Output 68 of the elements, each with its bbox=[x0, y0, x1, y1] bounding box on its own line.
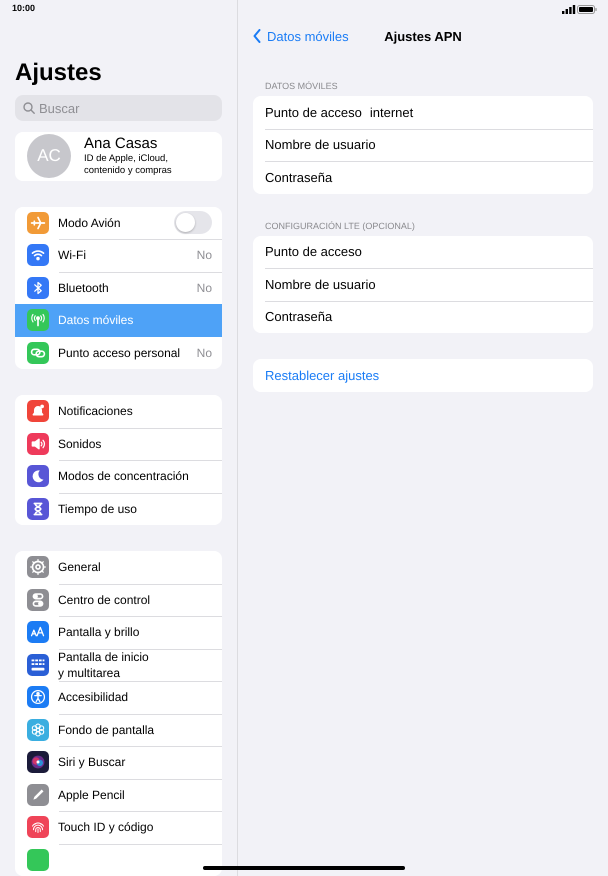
reset-button[interactable]: Restablecer ajustes bbox=[253, 359, 593, 392]
text-field-row[interactable]: Contraseña bbox=[253, 300, 593, 333]
search-field[interactable]: Buscar bbox=[15, 95, 222, 121]
section-header: CONFIGURACIÓN LTE (OPCIONAL) bbox=[264, 220, 416, 232]
settings-label: Centro de control bbox=[58, 592, 152, 608]
back-button[interactable]: Datos móviles bbox=[247, 28, 355, 44]
section-header: DATOS MÓVILES bbox=[264, 80, 339, 92]
settings-label: General bbox=[58, 559, 102, 576]
settings-item[interactable]: Apple Pencil bbox=[15, 778, 222, 811]
settings-label: Tiempo de uso bbox=[58, 500, 138, 517]
settings-label: Fondo de pantalla bbox=[58, 722, 156, 738]
settings-item[interactable]: Modos de concentración bbox=[15, 460, 222, 492]
field-label: Contraseña bbox=[265, 170, 332, 185]
field-label: Nombre de usuario bbox=[265, 276, 376, 292]
settings-label: Punto acceso personal bbox=[58, 344, 182, 361]
text-field-row[interactable]: Contraseña bbox=[253, 161, 593, 194]
settings-value: No bbox=[196, 280, 212, 295]
settings-value: No bbox=[196, 346, 212, 360]
settings-label: Siri y Buscar bbox=[58, 754, 126, 770]
profile-card[interactable]: AC Ana Casas ID de Apple, iCloud, contenido y compras bbox=[15, 132, 222, 180]
settings-item[interactable]: Bluetooth No bbox=[15, 272, 222, 304]
chevron-left-icon bbox=[253, 29, 261, 43]
settings-value: No bbox=[196, 248, 212, 262]
field-label: Nombre de usuario bbox=[265, 137, 376, 152]
profile-subtitle: ID de Apple, iCloud, contenido y compras bbox=[84, 153, 172, 178]
settings-label: Wi-Fi bbox=[58, 247, 87, 264]
status-time: 10:00 bbox=[12, 3, 36, 13]
settings-label: Accesibilidad bbox=[58, 689, 130, 706]
text-field-row[interactable]: Punto de acceso internet bbox=[253, 96, 593, 128]
settings-label: Pantalla de inicio y multitarea bbox=[58, 648, 150, 681]
settings-item[interactable]: Pantalla y brillo bbox=[15, 616, 222, 648]
settings-label: Datos móviles bbox=[58, 312, 134, 328]
settings-label: Bluetooth bbox=[58, 280, 110, 296]
settings-item[interactable]: Fondo de pantalla bbox=[15, 714, 222, 746]
settings-item[interactable]: Tiempo de uso bbox=[15, 492, 222, 525]
settings-label: Sonidos bbox=[58, 436, 102, 452]
settings-item[interactable]: Wi-Fi No bbox=[15, 239, 222, 272]
signal-icon bbox=[562, 5, 576, 14]
avatar: AC bbox=[27, 134, 71, 178]
battery-icon bbox=[577, 5, 597, 14]
settings-label: Touch ID y código bbox=[58, 819, 154, 836]
text-field-row[interactable]: Punto de acceso bbox=[253, 236, 593, 268]
field-label: Punto de acceso bbox=[265, 104, 362, 120]
settings-label: Modo Avión bbox=[58, 214, 122, 231]
field-value: internet bbox=[370, 104, 414, 120]
settings-label: Modos de concentración bbox=[58, 468, 190, 484]
text-field-row[interactable]: Nombre de usuario bbox=[253, 128, 593, 161]
settings-item[interactable]: Modo Avión bbox=[15, 206, 222, 239]
settings-item[interactable]: Centro de control bbox=[15, 584, 222, 616]
settings-item[interactable]: Punto acceso personal No bbox=[15, 336, 222, 369]
settings-item[interactable]: Pantalla de inicio y multitarea bbox=[15, 648, 222, 681]
toggle-switch[interactable] bbox=[174, 211, 212, 234]
settings-label: Apple Pencil bbox=[58, 786, 126, 803]
settings-item[interactable]: General bbox=[15, 551, 222, 584]
field-label: Contraseña bbox=[265, 309, 332, 324]
sidebar-title: Ajustes bbox=[15, 58, 103, 88]
settings-item[interactable]: Touch ID y código bbox=[15, 811, 222, 844]
page-title: Ajustes APN bbox=[384, 28, 462, 44]
text-field-row[interactable]: Nombre de usuario bbox=[253, 268, 593, 300]
settings-label: Pantalla y brillo bbox=[58, 624, 140, 640]
field-label: Punto de acceso bbox=[265, 244, 362, 260]
settings-item[interactable]: Accesibilidad bbox=[15, 681, 222, 714]
search-icon bbox=[23, 102, 35, 114]
profile-name: Ana Casas bbox=[84, 135, 158, 154]
settings-item[interactable]: Sonidos bbox=[15, 428, 222, 460]
settings-item[interactable]: Siri y Buscar bbox=[15, 746, 222, 778]
settings-item[interactable]: Notificaciones bbox=[15, 395, 222, 428]
settings-label: Notificaciones bbox=[58, 403, 134, 420]
